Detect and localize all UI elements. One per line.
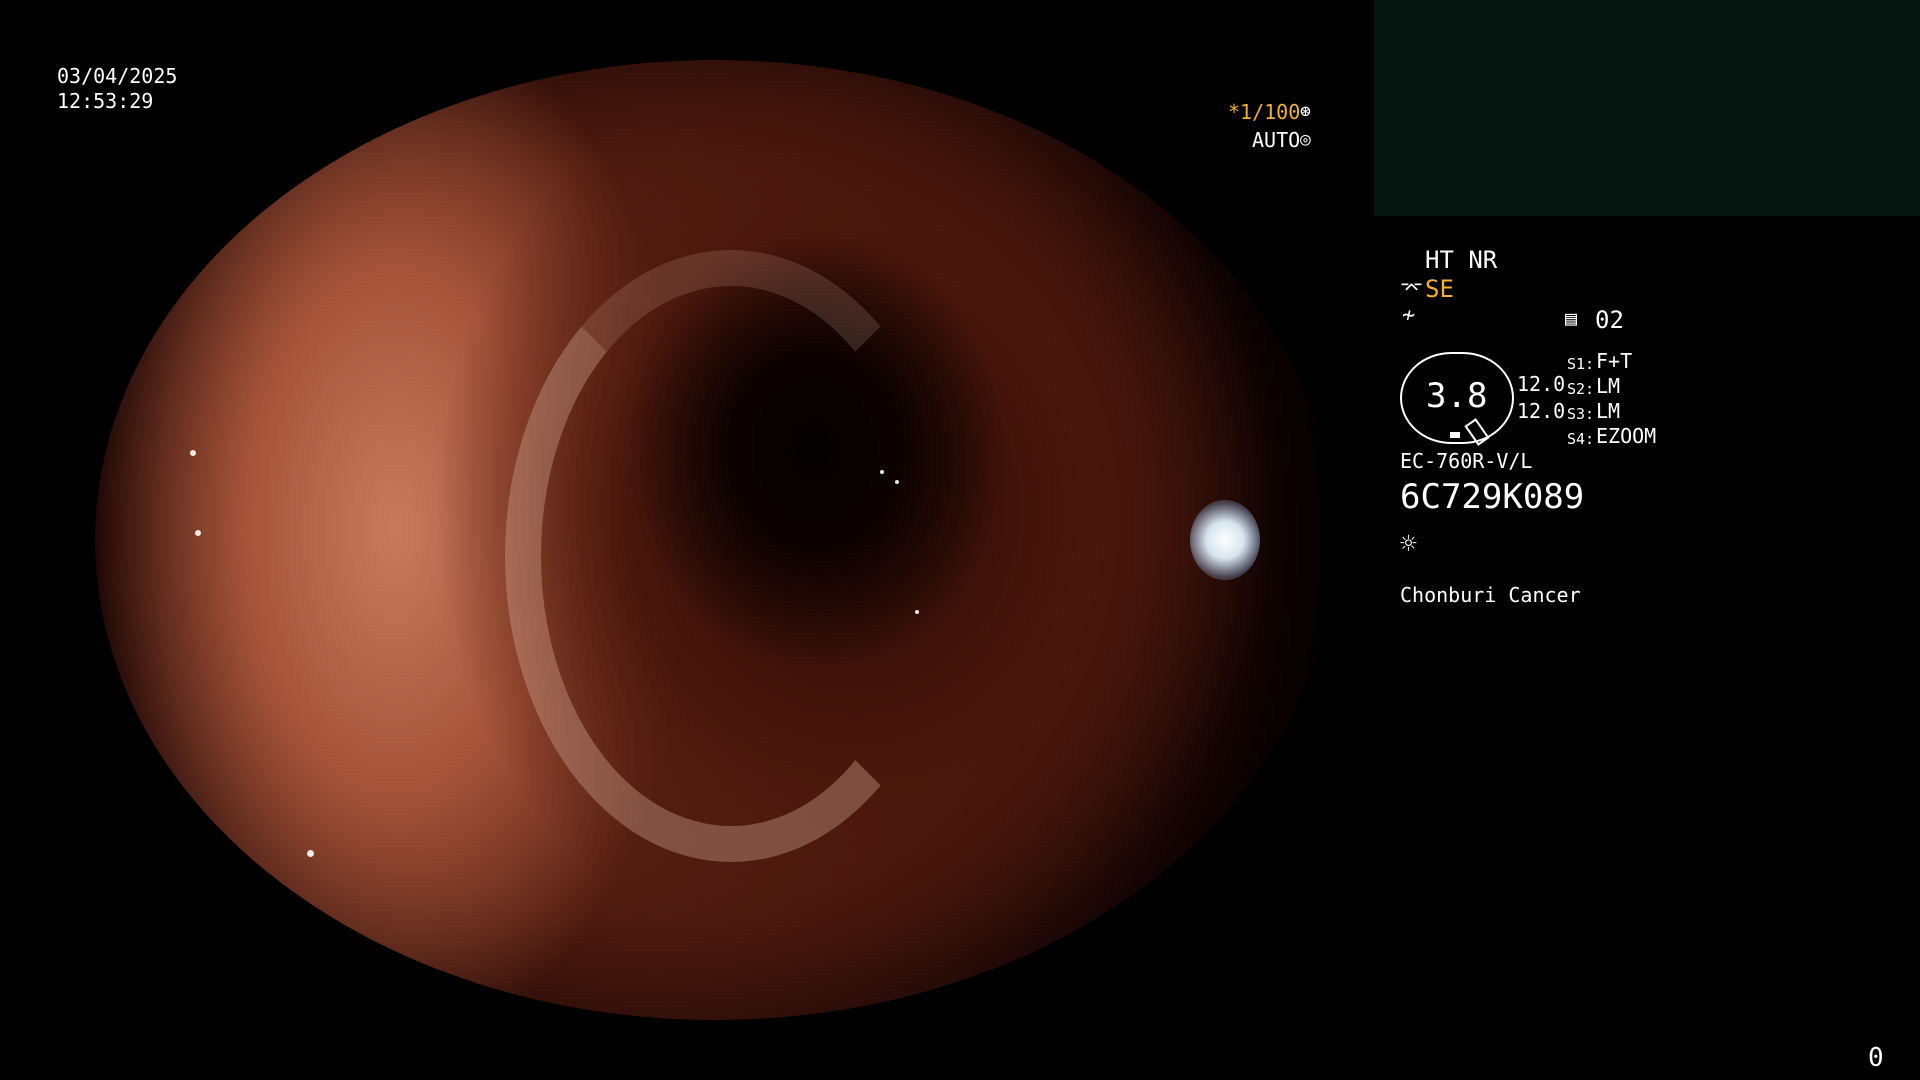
scope-serial: 6C729K089 — [1400, 477, 1585, 517]
switch-value: F+T — [1596, 349, 1633, 373]
shutter-label: *1/100 — [1228, 100, 1301, 124]
switch-key: S3: — [1567, 405, 1595, 423]
se-label: SE — [1425, 275, 1454, 303]
light-source-icon: ☼ — [1400, 527, 1417, 560]
light-reflection — [190, 450, 196, 456]
endoscopy-viewport — [0, 60, 1320, 1020]
exposure-mode-label: AUTO — [1252, 128, 1301, 152]
switch-key: S1: — [1567, 355, 1595, 373]
light-reflection — [895, 480, 899, 484]
aperture-icon: ⊛ — [1300, 101, 1311, 122]
instrument-glare — [1190, 500, 1260, 580]
light-reflection — [307, 850, 314, 857]
iris-icon: ◎ — [1300, 129, 1311, 150]
light-reflection — [915, 610, 919, 614]
zoom-left-bottom: 12.0 — [1517, 399, 1566, 423]
switch-key: S4: — [1567, 430, 1595, 448]
zoom-left-top: 12.0 — [1517, 372, 1566, 396]
switch-value: EZOOM — [1596, 424, 1657, 448]
date-label: 03/04/2025 — [57, 64, 178, 88]
structure-enhance-icon: ⌤ — [1400, 276, 1424, 300]
light-reflection — [880, 470, 884, 474]
zoom-bar — [1450, 432, 1460, 438]
preset-label: 02 — [1595, 306, 1624, 334]
institution-label: Chonburi Cancer — [1400, 583, 1581, 607]
frame-counter: 0 — [1868, 1043, 1884, 1073]
endoscopic-image — [95, 60, 1320, 1020]
info-panel-box — [1374, 0, 1920, 216]
ht-nr-label: HT NR — [1425, 246, 1498, 274]
memory-icon: ▤ — [1565, 306, 1578, 330]
color-tone-icon: ≁ — [1402, 303, 1416, 328]
switch-value: LM — [1596, 374, 1621, 398]
time-label: 12:53:29 — [57, 89, 154, 113]
switch-key: S2: — [1567, 380, 1595, 398]
scope-model: EC-760R-V/L — [1400, 449, 1533, 473]
mucosal-fold — [505, 250, 957, 862]
zoom-value: 3.8 — [1426, 376, 1488, 416]
light-reflection — [195, 530, 201, 536]
switch-value: LM — [1596, 399, 1621, 423]
